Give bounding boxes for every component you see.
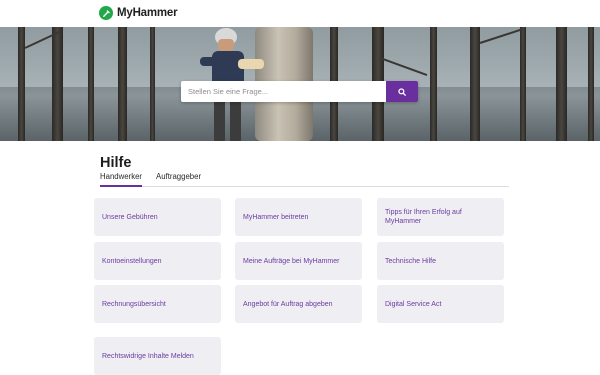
tree-trunk [430, 27, 437, 141]
page-title: Hilfe [100, 155, 132, 171]
help-card-angebot-abgeben[interactable]: Angebot für Auftrag abgeben [235, 285, 362, 323]
help-card-label: Digital Service Act [385, 300, 442, 308]
help-card-label: Rechnungsübersicht [102, 300, 166, 308]
help-card-label: Tipps für Ihren Erfolg auf MyHammer [385, 209, 462, 225]
help-card-label: Angebot für Auftrag abgeben [243, 300, 333, 308]
help-search-bar [181, 81, 418, 102]
audience-tabs: Handwerker Auftraggeber [100, 172, 509, 187]
search-icon [398, 84, 406, 99]
help-card-myhammer-beitreten[interactable]: MyHammer beitreten [235, 198, 362, 236]
help-card-kontoeinstellungen[interactable]: Kontoeinstellungen [94, 242, 221, 280]
help-card-label: Unsere Gebühren [102, 213, 158, 221]
myhammer-logo[interactable]: MyHammer [99, 6, 178, 20]
help-card-label: MyHammer beitreten [243, 213, 309, 221]
help-card-meine-auftraege[interactable]: Meine Aufträge bei MyHammer [235, 242, 362, 280]
help-card-rechtswidrige-inhalte[interactable]: Rechtswidrige Inhalte Melden [94, 337, 221, 375]
tree-trunk [588, 27, 594, 141]
search-input[interactable] [181, 81, 386, 102]
help-card-tipps-erfolg[interactable]: Tipps für Ihren Erfolg auf MyHammer [377, 198, 504, 236]
search-button[interactable] [386, 81, 418, 102]
tree-trunk [150, 27, 155, 141]
tree-trunk [52, 27, 63, 141]
tree-trunk [470, 27, 480, 141]
logo-text: MyHammer [117, 7, 178, 19]
help-card-label: Kontoeinstellungen [102, 257, 162, 265]
tree-trunk [556, 27, 567, 141]
tree-trunk [18, 27, 25, 141]
tree-trunk [88, 27, 94, 141]
tab-auftraggeber[interactable]: Auftraggeber [156, 172, 201, 187]
help-card-unsere-gebuehren[interactable]: Unsere Gebühren [94, 198, 221, 236]
hammer-icon [99, 6, 113, 20]
help-card-digital-service-act[interactable]: Digital Service Act [377, 285, 504, 323]
help-card-label: Meine Aufträge bei MyHammer [243, 257, 340, 265]
tree-trunk [118, 27, 127, 141]
help-card-label: Rechtswidrige Inhalte Melden [102, 352, 194, 360]
top-bar: MyHammer [0, 0, 600, 27]
help-card-rechnungsuebersicht[interactable]: Rechnungsübersicht [94, 285, 221, 323]
tab-handwerker[interactable]: Handwerker [100, 172, 143, 187]
help-card-technische-hilfe[interactable]: Technische Hilfe [377, 242, 504, 280]
tree-trunk [520, 27, 526, 141]
help-card-label: Technische Hilfe [385, 257, 436, 265]
